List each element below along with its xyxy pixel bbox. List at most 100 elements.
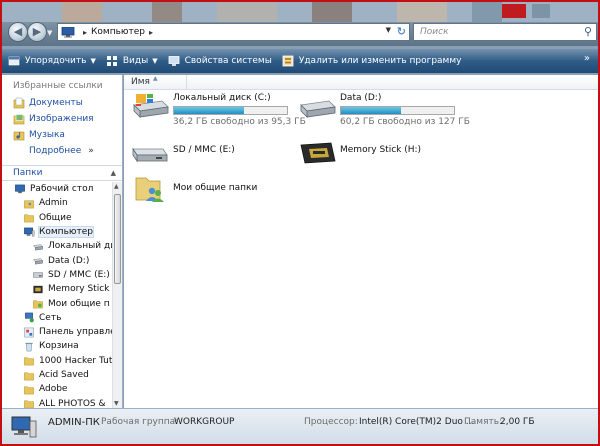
organize-button[interactable]: Упорядочить ▼ [8,51,96,71]
column-header: ▲ Имя [124,75,598,90]
tree-item[interactable]: Сеть [2,311,112,325]
breadcrumb-computer[interactable]: Компьютер [91,27,145,37]
scroll-up-icon[interactable]: ▲ [114,183,119,190]
tree-item[interactable]: Adobe [2,382,112,396]
refresh-icon[interactable]: ↻ [397,25,406,38]
command-toolbar: Упорядочить ▼ Виды ▼ Свойства системы Уд… [2,49,598,73]
chevron-down-icon: ▼ [90,57,96,65]
tree-item-label: Рабочий стол [30,184,94,195]
column-name-header[interactable]: ▲ Имя [124,75,187,90]
drive-name: SD / MMC (E:) [173,145,235,155]
favorite-link-label: Музыка [29,130,65,140]
shared-folders-item[interactable]: Мои общие папки [130,169,257,207]
forward-button[interactable]: ▶ [27,22,47,42]
tree-item-label: ALL PHOTOS & [39,398,106,408]
workgroup-value: WORKGROUP [174,417,235,427]
system-properties-icon [168,56,179,66]
favorite-link-pictures[interactable]: Изображения [2,111,122,127]
tree-item[interactable]: ALL PHOTOS & [2,396,112,408]
system-properties-button[interactable]: Свойства системы [168,51,272,71]
tree-item[interactable]: Мои общие п [2,296,112,310]
hard-drive-icon [133,94,169,118]
tree-item[interactable]: 1000 Hacker Tuto [2,354,112,368]
recycle-bin-icon [25,342,33,352]
explorer-window: ◀ ▶ ▼ ▸ Компьютер ▸ ▼ ↻ Поиск ⚲ Упорядоч… [0,0,600,446]
tree-item-label: Компьютер [38,226,94,239]
organize-icon [8,56,20,66]
tree-item[interactable]: Общие [2,211,112,225]
drive-name: Data (D:) [340,93,382,103]
views-icon [106,56,117,66]
tree-item-label: Data (D:) [48,255,90,266]
documents-icon [13,97,25,109]
drive-free-space: 60,2 ГБ свободно из 127 ГБ [340,117,470,127]
search-input[interactable]: Поиск ⚲ [413,23,597,41]
favorite-link-music[interactable]: Музыка [2,127,122,143]
search-icon[interactable]: ⚲ [584,24,592,40]
tree-item-label: Сеть [39,312,62,323]
hard-drive-icon [32,244,44,251]
programs-icon [282,55,294,67]
tree-item[interactable]: Acid Saved [2,368,112,382]
column-name-label: Имя [131,77,150,87]
tree-item[interactable]: Data (D:) [2,253,112,267]
favorite-link-label: Документы [29,98,83,108]
processor-label: Процессор: [304,417,358,427]
tree-item[interactable]: SD / MMC (E:) [2,268,112,282]
drive-item-c[interactable]: Локальный диск (C:) 36,2 ГБ свободно из … [130,93,306,127]
tree-item[interactable]: Memory Stick [2,282,112,296]
navigation-pane: Избранные ссылки Документы Изображения М… [2,75,123,408]
scroll-down-icon[interactable]: ▼ [114,400,119,407]
tree-scrollbar[interactable]: ▲ ▼ [112,182,122,408]
breadcrumb-chevron-icon[interactable]: ▸ [149,28,153,37]
title-bar: ◀ ▶ ▼ ▸ Компьютер ▸ ▼ ↻ Поиск ⚲ [2,2,598,46]
address-bar[interactable]: ▸ Компьютер ▸ ▼ ↻ [57,23,410,41]
removable-drive-icon [33,272,43,278]
recent-pages-dropdown[interactable]: ▼ [47,29,52,37]
processor-value: Intel(R) Core(TM)2 Duo ... [359,417,475,427]
favorites-header: Избранные ссылки [13,81,103,91]
network-icon [25,313,34,323]
sort-ascending-icon: ▲ [153,75,158,82]
toolbar-overflow-icon[interactable]: » [584,53,590,64]
folder-icon [24,214,34,223]
more-links-label: Подробнее [29,146,82,156]
drive-item-e[interactable]: SD / MMC (E:) [130,139,235,167]
favorite-link-documents[interactable]: Документы [2,95,122,111]
back-button[interactable]: ◀ [8,22,28,42]
more-links-button[interactable]: Подробнее » [2,143,122,159]
computer-icon [11,416,37,438]
memory-stick-icon [300,142,336,164]
tree-item[interactable]: Компьютер [2,225,112,239]
collapse-icon[interactable]: ▲ [111,166,116,181]
tree-item[interactable]: Рабочий стол [2,182,112,196]
drive-usage-bar [173,106,288,115]
folders-header[interactable]: Папки ▲ [2,165,122,181]
drive-usage-bar [340,106,455,115]
tree-item-label: Admin [39,198,68,209]
tree-item[interactable]: Локальный ди [2,239,112,253]
folder-icon [24,386,34,395]
chevron-down-icon: ▼ [152,57,158,65]
tree-item[interactable]: Admin [2,196,112,210]
scrollbar-thumb[interactable] [114,194,121,284]
folders-header-label: Папки [13,168,43,178]
drive-name: Локальный диск (C:) [173,93,271,103]
tree-item[interactable]: Корзина [2,339,112,353]
tree-item[interactable]: Панель управле [2,325,112,339]
desktop-icon [15,184,25,193]
folder-tree: Рабочий стол Admin Общие Компьютер Локальный… [2,182,112,408]
drive-item-d[interactable]: Data (D:) 60,2 ГБ свободно из 127 ГБ [297,93,470,127]
control-panel-icon [24,327,34,337]
views-button[interactable]: Виды ▼ [106,51,158,71]
address-dropdown-icon[interactable]: ▼ [386,26,391,34]
computer-icon [61,26,75,37]
uninstall-program-button[interactable]: Удалить или изменить программу [282,51,461,71]
breadcrumb-separator-icon[interactable]: ▸ [83,28,87,37]
search-placeholder: Поиск [420,27,449,37]
user-folder-icon [24,200,34,209]
drive-item-h[interactable]: Memory Stick (H:) [297,139,421,167]
shared-folder-icon [33,300,43,309]
tree-item-label: Мои общие п [48,298,110,309]
drive-usage-fill [341,107,401,114]
